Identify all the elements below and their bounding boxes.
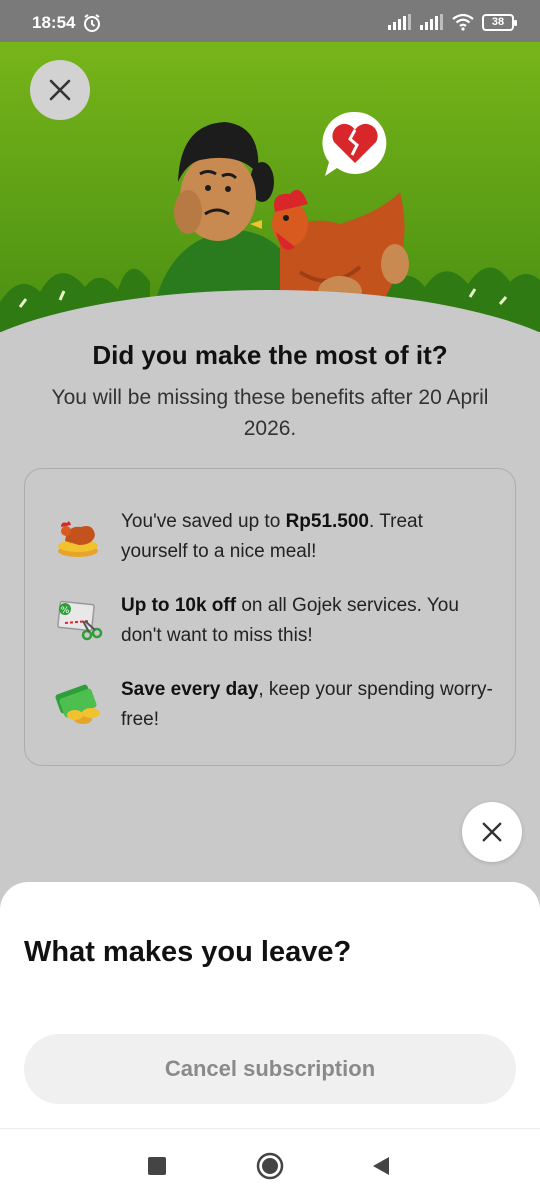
benefit-item: You've saved up to Rp51.500. Treat yours… (53, 507, 493, 567)
voucher-scissors-icon: % (57, 600, 103, 641)
battery-icon: 38 (482, 13, 517, 31)
benefit-item: Save every day, keep your spending worry… (53, 675, 493, 735)
signal-icon (420, 14, 443, 30)
benefit-text: You've saved up to Rp51.500. Treat yours… (121, 511, 423, 562)
benefit-item: % Up to 10k off on all Gojek services. Y… (53, 591, 493, 651)
close-icon (482, 822, 502, 842)
back-button[interactable] (366, 1151, 396, 1181)
home-nav-icon (256, 1152, 284, 1180)
close-button[interactable] (30, 60, 90, 120)
benefits-card: You've saved up to Rp51.500. Treat yours… (24, 468, 516, 766)
page-title: Did you make the most of it? (92, 340, 448, 370)
leave-reason-sheet: What makes you leave? Cancel subscriptio… (0, 882, 540, 1128)
status-time: 18:54 (32, 13, 76, 32)
wifi-icon (452, 13, 474, 31)
alarm-icon (84, 14, 100, 32)
status-bar: 18:54 38 (0, 0, 540, 42)
broken-heart-icon (322, 111, 387, 176)
close-sheet-button[interactable] (462, 802, 522, 862)
benefit-text: Up to 10k off on all Gojek services. You… (121, 595, 459, 646)
home-button[interactable] (255, 1151, 285, 1181)
sheet-title: What makes you leave? (24, 936, 352, 968)
signal-icon (388, 14, 411, 30)
money-coins-icon (55, 684, 100, 724)
square-nav-icon (148, 1157, 166, 1175)
recent-apps-button[interactable] (142, 1151, 172, 1181)
chicken-coins-icon (58, 521, 98, 557)
cancel-subscription-button[interactable]: Cancel subscription (24, 1034, 516, 1104)
svg-text:%: % (61, 606, 70, 616)
expiry-message: You will be missing these benefits after… (51, 386, 489, 440)
close-icon (49, 79, 71, 101)
navigation-bar (0, 1128, 540, 1200)
back-nav-icon (373, 1157, 389, 1175)
benefit-text: Save every day, keep your spending worry… (121, 679, 493, 730)
